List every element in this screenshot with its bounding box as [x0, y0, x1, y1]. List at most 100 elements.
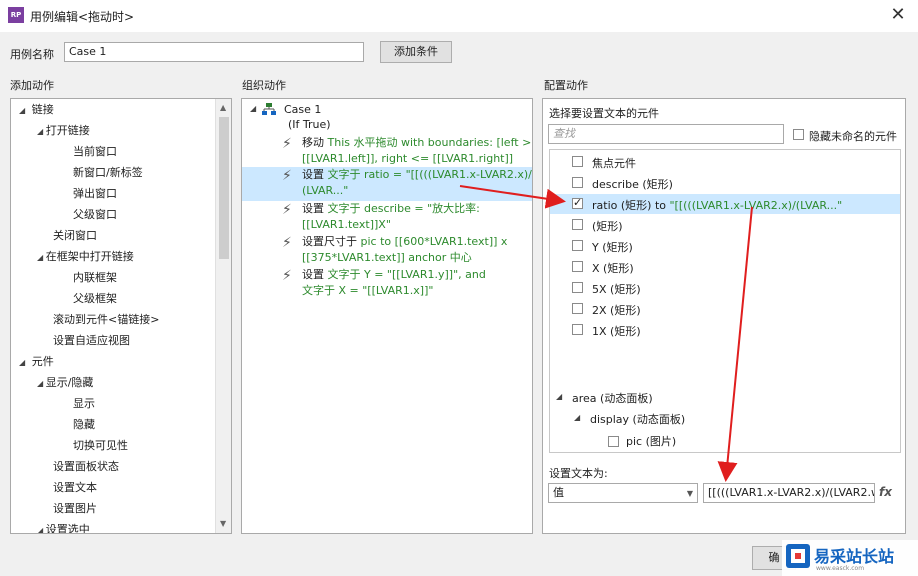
widget-checkbox[interactable] [572, 303, 583, 314]
widget-name: X (矩形) [592, 262, 634, 275]
action-item[interactable]: ⚡ 设置 文字于 describe = "放大比率: [[LVAR1.text]]X… [242, 201, 532, 235]
tree-item[interactable]: 设置面板状态 [37, 458, 119, 476]
tree-item[interactable]: 设置图片 [37, 500, 97, 518]
close-icon[interactable]: ✕ [886, 3, 910, 27]
action-item[interactable]: ⚡ 设置 文字于 ratio = "[[(((LVAR1.x-LVAR2.x)/(… [242, 167, 532, 201]
watermark: 易采站长站 www.easck.com [782, 540, 918, 576]
action-item[interactable]: ⚡ 设置 文字于 Y = "[[LVAR1.y]]", and 文字于 X = "[… [242, 267, 532, 301]
action-detail: This 水平拖动 with boundaries: [left >= [327, 136, 533, 149]
tree-item[interactable]: 显示 [73, 395, 95, 413]
pic-label[interactable]: pic (图片) [626, 433, 676, 449]
display-expand-icon[interactable]: ◢ [574, 413, 580, 422]
value-type-select[interactable]: 值 ▼ [548, 483, 698, 503]
watermark-logo-icon [786, 544, 810, 568]
action-line: 文字于 X = "[[LVAR1.x]]" [302, 283, 433, 299]
widget-item[interactable]: describe (矩形) [550, 173, 900, 193]
action-line: [[375*LVAR1.text]] anchor 中心 [302, 250, 472, 266]
display-group-label[interactable]: display (动态面板) [590, 411, 685, 427]
tree-item[interactable]: 关闭窗口 [37, 227, 97, 245]
tree-item[interactable]: 弹出窗口 [73, 185, 117, 203]
widget-label: 5X (矩形) [592, 281, 641, 297]
expression-input[interactable]: [[(((LVAR1.x-LVAR2.x)/(LVAR2.wi [703, 483, 875, 503]
widget-checkbox[interactable] [572, 261, 583, 272]
search-input[interactable]: 查找 [548, 124, 784, 144]
expand-icon[interactable]: ◢ [19, 358, 28, 367]
action-verb: 设置 [302, 168, 328, 181]
tree-item[interactable]: ◢ 元件 [19, 353, 54, 371]
action-line: (LVAR..." [302, 183, 348, 199]
area-group-label[interactable]: area (动态面板) [572, 390, 653, 406]
fx-icon[interactable]: fx [879, 485, 892, 499]
scroll-thumb[interactable] [219, 117, 229, 259]
scroll-up-icon[interactable]: ▲ [220, 103, 226, 112]
widget-name: ratio (矩形) to [592, 199, 670, 212]
tree-item-label: 设置图片 [53, 502, 97, 515]
case-expand-icon[interactable]: ◢ [250, 104, 256, 113]
expand-icon[interactable]: ◢ [37, 379, 46, 388]
tree-item[interactable]: ◢ 设置选中 [37, 521, 90, 533]
tree-item[interactable]: ◢ 打开链接 [37, 122, 90, 140]
widget-checkbox[interactable] [572, 324, 583, 335]
widget-checkbox[interactable] [572, 156, 583, 167]
widget-item[interactable]: Y (矩形) [550, 236, 900, 256]
widget-item[interactable]: (矩形) [550, 215, 900, 235]
tree-item[interactable]: 内联框架 [73, 269, 117, 287]
hide-unnamed-checkbox[interactable] [793, 129, 804, 140]
action-verb: 设置 [302, 268, 328, 281]
widget-item[interactable]: 1X (矩形) [550, 320, 900, 340]
organize-action-heading: 组织动作 [242, 79, 286, 92]
tree-item[interactable]: ◢ 在框架中打开链接 [37, 248, 134, 266]
chevron-down-icon[interactable]: ▼ [687, 487, 693, 501]
action-item[interactable]: ⚡ 移动 This 水平拖动 with boundaries: [left >=[… [242, 135, 532, 169]
widget-checkbox[interactable] [572, 219, 583, 230]
widget-label: X (矩形) [592, 260, 634, 276]
lightning-icon: ⚡ [282, 202, 292, 218]
tree-item-label: 打开链接 [45, 124, 90, 137]
tree-item[interactable]: 当前窗口 [73, 143, 117, 161]
tree-item[interactable]: 隐藏 [73, 416, 95, 434]
tree-item[interactable]: 父级框架 [73, 290, 117, 308]
tree-item-label: 显示 [73, 397, 95, 410]
widget-checkbox[interactable] [572, 177, 583, 188]
action-detail: pic to [[600*LVAR1.text]] x [360, 235, 508, 248]
add-condition-button[interactable]: 添加条件 [380, 41, 452, 63]
tree-item-label: 父级框架 [73, 292, 117, 305]
add-action-scrollbar[interactable]: ▲ ▼ [215, 99, 231, 533]
value-type-text: 值 [553, 486, 564, 499]
watermark-text: 易采站长站 [814, 547, 895, 566]
area-expand-icon[interactable]: ◢ [556, 392, 562, 401]
tree-item[interactable]: 设置文本 [37, 479, 97, 497]
lightning-icon: ⚡ [282, 136, 292, 152]
action-item[interactable]: ⚡ 设置尺寸于 pic to [[600*LVAR1.text]] x [[375*… [242, 234, 532, 268]
widget-item[interactable]: 5X (矩形) [550, 278, 900, 298]
widget-checkbox[interactable] [572, 196, 583, 209]
tree-item[interactable]: 切换可见性 [73, 437, 128, 455]
action-verb: 设置 [302, 202, 328, 215]
tree-item[interactable]: 滚动到元件<锚链接> [37, 311, 159, 329]
widget-checkbox[interactable] [572, 240, 583, 251]
widget-checkbox[interactable] [572, 282, 583, 293]
scroll-down-icon[interactable]: ▼ [220, 519, 226, 528]
widget-item[interactable]: X (矩形) [550, 257, 900, 277]
expand-icon[interactable]: ◢ [37, 127, 46, 136]
action-line: [[LVAR1.left]], right <= [[LVAR1.right]] [302, 151, 513, 167]
widget-item[interactable]: 焦点元件 [550, 152, 900, 172]
tree-item[interactable]: ◢ 链接 [19, 101, 54, 119]
app-icon: RP [8, 7, 24, 23]
pic-checkbox[interactable] [608, 436, 619, 447]
case-name-input[interactable]: Case 1 [64, 42, 364, 62]
tree-item[interactable]: 父级窗口 [73, 206, 117, 224]
title-bar: RP 用例编辑<拖动时> ✕ [0, 0, 918, 32]
expand-icon[interactable]: ◢ [37, 526, 46, 533]
case-condition: (If True) [288, 118, 331, 131]
tree-item[interactable]: 新窗口/新标签 [73, 164, 143, 182]
case-label[interactable]: Case 1 [284, 103, 321, 116]
expand-icon[interactable]: ◢ [19, 106, 28, 115]
tree-item-label: 隐藏 [73, 418, 95, 431]
tree-item[interactable]: ◢ 显示/隐藏 [37, 374, 93, 392]
tree-item-label: 当前窗口 [73, 145, 117, 158]
widget-item[interactable]: ratio (矩形) to "[[(((LVAR1.x-LVAR2.x)/(LV… [550, 194, 900, 214]
tree-item[interactable]: 设置自适应视图 [37, 332, 130, 350]
widget-item[interactable]: 2X (矩形) [550, 299, 900, 319]
expand-icon[interactable]: ◢ [37, 253, 46, 262]
